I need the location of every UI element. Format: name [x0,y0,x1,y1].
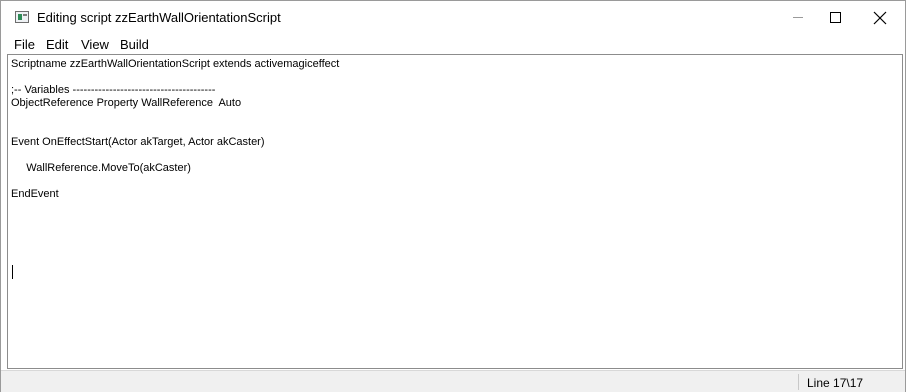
cursor-position: Line 17\17 [807,376,864,390]
text-caret [12,265,13,279]
code-line: ObjectReference Property WallReference A… [11,97,242,109]
menu-bar: File Edit View Build [1,34,905,54]
close-button[interactable] [859,1,901,34]
menu-view[interactable]: View [81,37,109,52]
close-icon [873,11,887,25]
script-text-area[interactable]: Scriptname zzEarthWallOrientationScript … [7,54,903,369]
status-bar: Line 17\17 [1,370,905,392]
code-line: Event OnEffectStart(Actor akTarget, Acto… [11,136,265,148]
title-bar[interactable]: Editing script zzEarthWallOrientationScr… [1,1,905,34]
window-title: Editing script zzEarthWallOrientationScr… [37,10,281,25]
code-line: WallReference.MoveTo(akCaster) [11,162,191,174]
code-line: Scriptname zzEarthWallOrientationScript … [11,58,340,70]
minimize-button[interactable] [777,1,819,34]
menu-edit[interactable]: Edit [46,37,68,52]
code-line: EndEvent [11,188,59,200]
script-editor-window: Editing script zzEarthWallOrientationScr… [0,0,906,392]
maximize-icon [830,12,841,23]
code-line: ;-- Variables --------------------------… [11,84,216,96]
status-divider [798,374,799,390]
script-editor-icon [15,11,29,23]
menu-build[interactable]: Build [120,37,149,52]
menu-file[interactable]: File [14,37,35,52]
minimize-icon [793,17,803,18]
maximize-button[interactable] [815,1,857,34]
